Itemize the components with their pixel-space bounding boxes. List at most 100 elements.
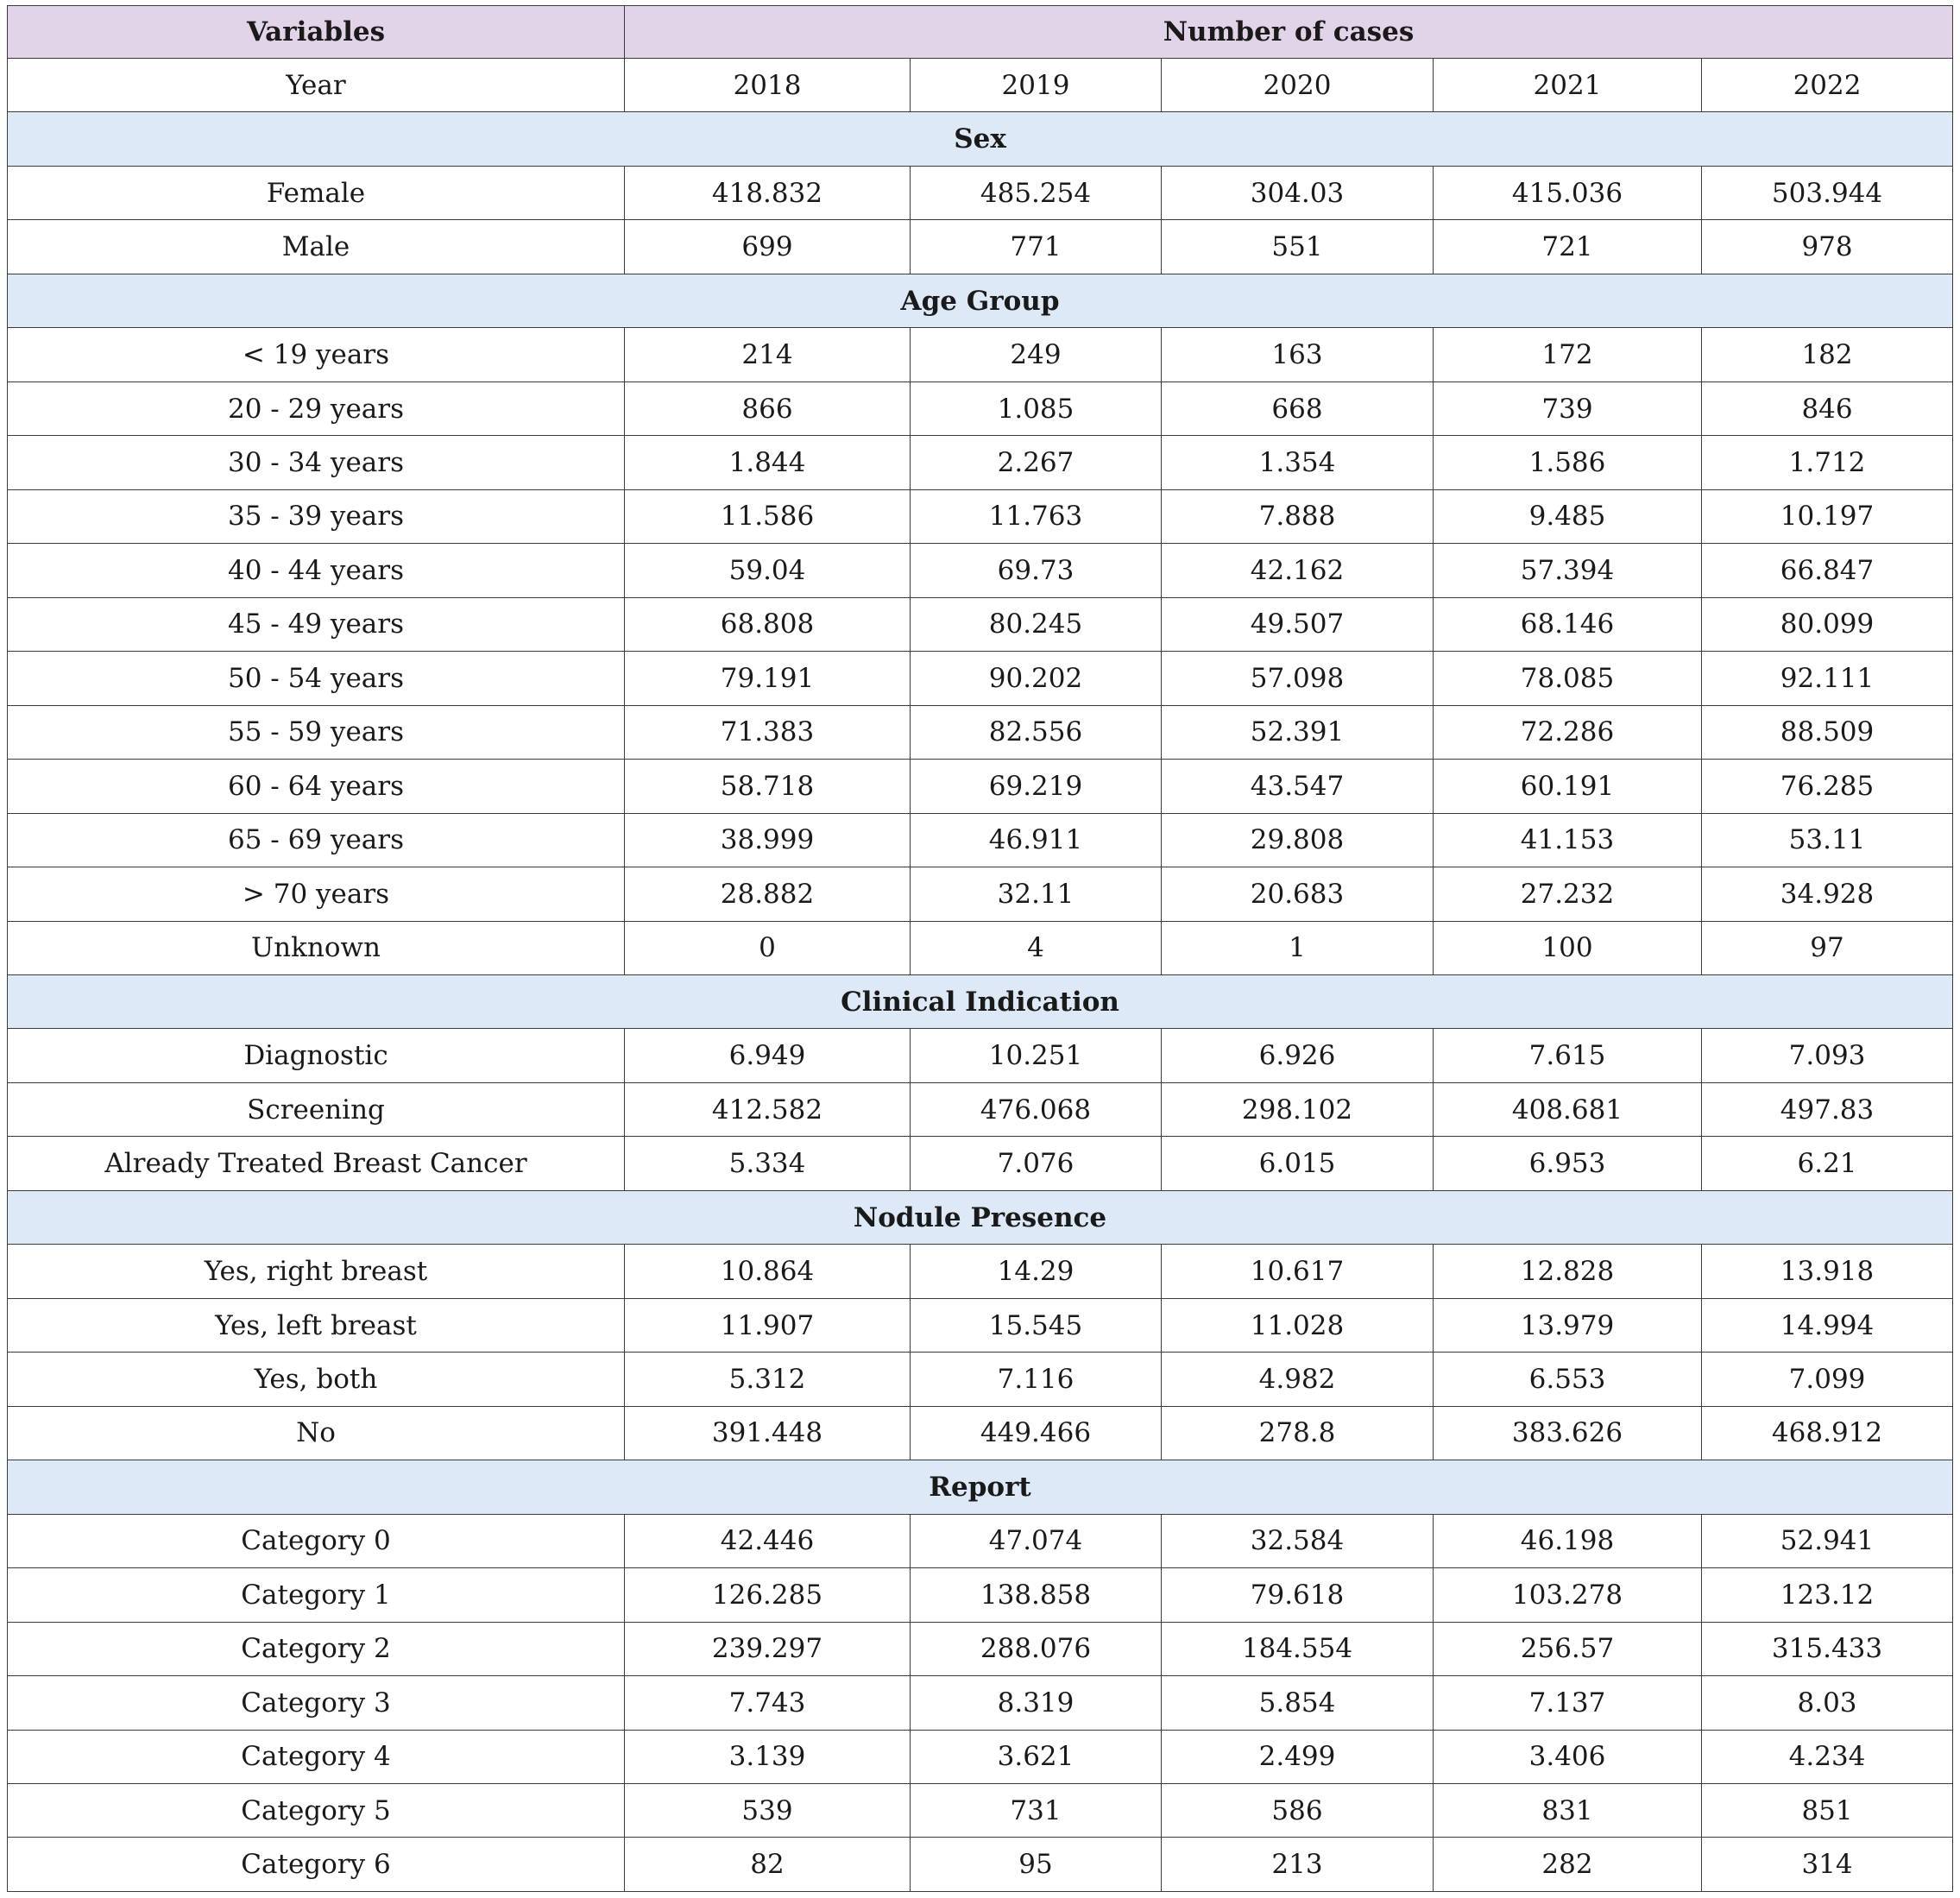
value-cell: 52.941 bbox=[1700, 1513, 1954, 1569]
value-cell: 5.854 bbox=[1161, 1675, 1434, 1731]
value-cell: 503.944 bbox=[1700, 165, 1954, 221]
value-cell: 28.882 bbox=[624, 867, 911, 922]
value-cell: 551 bbox=[1161, 219, 1434, 274]
cases-table: Variables Number of cases Year 2018 2019… bbox=[6, 5, 1954, 1892]
value-cell: 11.028 bbox=[1161, 1297, 1434, 1353]
value-cell: 866 bbox=[624, 381, 911, 437]
value-cell: 78.085 bbox=[1433, 651, 1702, 706]
value-cell: 71.383 bbox=[624, 704, 911, 760]
value-cell: 6.949 bbox=[624, 1028, 911, 1083]
value-cell: 699 bbox=[624, 219, 911, 274]
section-title: Report bbox=[6, 1460, 1954, 1515]
row-label: Category 4 bbox=[7, 1729, 625, 1785]
table-row: Category 6 82 95 213 282 314 bbox=[7, 1837, 1954, 1892]
row-label: Yes, both bbox=[7, 1352, 625, 1407]
table-row: Category 5 539 731 586 831 851 bbox=[7, 1782, 1954, 1838]
value-cell: 52.391 bbox=[1161, 704, 1434, 760]
value-cell: 5.334 bbox=[624, 1136, 911, 1191]
value-cell: 11.763 bbox=[910, 489, 1162, 545]
value-cell: 497.83 bbox=[1700, 1081, 1954, 1138]
value-cell: 4.982 bbox=[1161, 1352, 1434, 1407]
table-row: Yes, left breast 11.907 15.545 11.028 13.979… bbox=[7, 1297, 1954, 1353]
value-cell: 15.545 bbox=[910, 1297, 1162, 1353]
value-cell: 6.21 bbox=[1700, 1136, 1954, 1191]
row-label: Category 2 bbox=[7, 1621, 625, 1677]
value-cell: 10.864 bbox=[624, 1244, 911, 1299]
value-cell: 59.04 bbox=[624, 543, 911, 598]
header-row: Variables Number of cases bbox=[7, 5, 1954, 59]
value-cell: 11.907 bbox=[624, 1297, 911, 1353]
value-cell: 239.297 bbox=[624, 1621, 911, 1677]
value-cell: 846 bbox=[1700, 381, 1954, 437]
value-cell: 80.245 bbox=[910, 596, 1162, 653]
table-row: Female 418.832 485.254 304.03 415.036 503.944 bbox=[7, 165, 1954, 221]
table-row: 50 - 54 years 79.191 90.202 57.098 78.085 92.… bbox=[7, 651, 1954, 706]
year-cell: 2021 bbox=[1433, 57, 1702, 113]
value-cell: 4 bbox=[910, 920, 1162, 975]
value-cell: 304.03 bbox=[1161, 165, 1434, 221]
value-cell: 7.076 bbox=[910, 1136, 1162, 1191]
table-row: Male 699 771 551 721 978 bbox=[7, 219, 1954, 274]
table-row: Yes, both 5.312 7.116 4.982 6.553 7.099 bbox=[7, 1352, 1954, 1407]
row-label: Screening bbox=[7, 1081, 625, 1138]
row-label: 65 - 69 years bbox=[7, 812, 625, 868]
value-cell: 69.219 bbox=[910, 759, 1162, 814]
table-row: No 391.448 449.466 278.8 383.626 468.912 bbox=[7, 1405, 1954, 1461]
year-row: Year 2018 2019 2020 2021 2022 bbox=[7, 57, 1954, 113]
value-cell: 13.918 bbox=[1700, 1244, 1954, 1299]
value-cell: 182 bbox=[1700, 327, 1954, 382]
value-cell: 383.626 bbox=[1433, 1405, 1702, 1461]
value-cell: 97 bbox=[1700, 920, 1954, 975]
value-cell: 95 bbox=[910, 1837, 1162, 1892]
year-cell: 2019 bbox=[910, 57, 1162, 113]
value-cell: 2.267 bbox=[910, 435, 1162, 490]
value-cell: 46.911 bbox=[910, 812, 1162, 868]
value-cell: 1.085 bbox=[910, 381, 1162, 437]
table-row: Diagnostic 6.949 10.251 6.926 7.615 7.093 bbox=[7, 1028, 1954, 1083]
value-cell: 11.586 bbox=[624, 489, 911, 545]
table-row: Category 0 42.446 47.074 32.584 46.198 52.941 bbox=[7, 1513, 1954, 1569]
value-cell: 80.099 bbox=[1700, 596, 1954, 653]
value-cell: 10.197 bbox=[1700, 489, 1954, 545]
section-header-row: Clinical Indication bbox=[6, 974, 1954, 1030]
value-cell: 14.994 bbox=[1700, 1297, 1954, 1353]
value-cell: 7.093 bbox=[1700, 1028, 1954, 1083]
value-cell: 32.11 bbox=[910, 867, 1162, 922]
row-label: Male bbox=[7, 219, 625, 274]
value-cell: 12.828 bbox=[1433, 1244, 1702, 1299]
value-cell: 415.036 bbox=[1433, 165, 1702, 221]
value-cell: 68.146 bbox=[1433, 596, 1702, 653]
value-cell: 6.953 bbox=[1433, 1136, 1702, 1191]
value-cell: 7.116 bbox=[910, 1352, 1162, 1407]
value-cell: 831 bbox=[1433, 1782, 1702, 1838]
value-cell: 418.832 bbox=[624, 165, 911, 221]
row-label: 20 - 29 years bbox=[7, 381, 625, 437]
value-cell: 288.076 bbox=[910, 1621, 1162, 1677]
table-row: Category 2 239.297 288.076 184.554 256.57 315… bbox=[7, 1621, 1954, 1677]
value-cell: 668 bbox=[1161, 381, 1434, 437]
row-label: 55 - 59 years bbox=[7, 704, 625, 760]
row-label: 50 - 54 years bbox=[7, 651, 625, 706]
value-cell: 76.285 bbox=[1700, 759, 1954, 814]
section-title: Sex bbox=[6, 111, 1954, 167]
value-cell: 1 bbox=[1161, 920, 1434, 975]
value-cell: 249 bbox=[910, 327, 1162, 382]
value-cell: 172 bbox=[1433, 327, 1702, 382]
table-row: 30 - 34 years 1.844 2.267 1.354 1.586 1.712 bbox=[7, 435, 1954, 490]
value-cell: 214 bbox=[624, 327, 911, 382]
value-cell: 82 bbox=[624, 1837, 911, 1892]
value-cell: 468.912 bbox=[1700, 1405, 1954, 1461]
row-label: No bbox=[7, 1405, 625, 1461]
row-label: Category 0 bbox=[7, 1513, 625, 1569]
number-of-cases-header: Number of cases bbox=[623, 5, 1954, 59]
value-cell: 3.621 bbox=[910, 1729, 1162, 1785]
value-cell: 69.73 bbox=[910, 543, 1162, 598]
value-cell: 57.394 bbox=[1433, 543, 1702, 598]
section-header-row: Sex bbox=[6, 111, 1954, 167]
value-cell: 72.286 bbox=[1433, 704, 1702, 760]
value-cell: 43.547 bbox=[1161, 759, 1434, 814]
value-cell: 476.068 bbox=[910, 1081, 1162, 1138]
value-cell: 79.618 bbox=[1161, 1567, 1434, 1623]
value-cell: 539 bbox=[624, 1782, 911, 1838]
value-cell: 978 bbox=[1700, 219, 1954, 274]
